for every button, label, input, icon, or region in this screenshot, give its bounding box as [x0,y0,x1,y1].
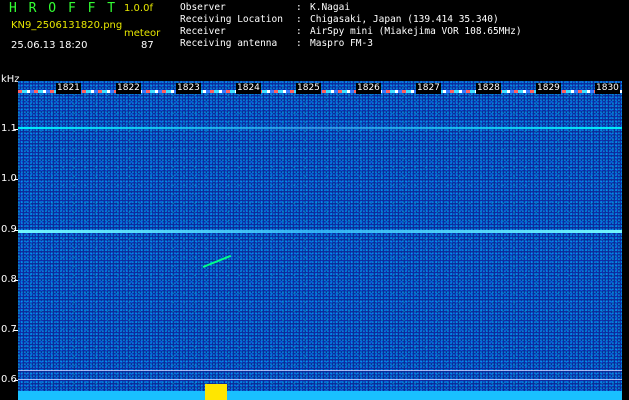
zoom-label: 1.0.0f [124,3,153,14]
minute-label: 1822 [116,83,141,94]
reference-line [18,379,622,380]
meteor-count: 87 [141,40,154,51]
meta-sep: : [296,14,302,25]
meteor-echo [202,254,232,268]
meta-key: Observer [180,2,226,13]
timestamp: 25.06.13 18:20 [11,40,88,51]
minute-label: 1823 [176,83,201,94]
spectrogram [18,81,622,391]
signal-level-bar [18,391,622,400]
meta-sep: : [296,38,302,49]
carrier-line-0900 [18,230,622,233]
minute-label: 1830 [595,83,620,94]
meta-value: K.Nagai [310,2,351,13]
meta-value: AirSpy mini (Miakejima VOR 108.65MHz) [310,26,522,37]
frequency-axis: kHz 1.1 1.0 0.9 0.8 0.7 0.6 [0,74,20,400]
signal-burst [205,384,227,400]
meta-row-location: Receiving Location : Chigasaki, Japan (1… [180,14,522,26]
minute-label: 1827 [416,83,441,94]
minute-label: 1829 [536,83,561,94]
minute-label: 1826 [356,83,381,94]
meta-row-antenna: Receiving antenna : Maspro FM-3 [180,38,522,50]
minute-label: 1825 [296,83,321,94]
meta-row-observer: Observer : K.Nagai [180,2,522,14]
unit-label: meteor [124,28,161,39]
header: H R O F F T 1.0.0f KN9_2506131820.png me… [0,0,629,74]
minute-label: 1824 [236,83,261,94]
carrier-line-1100 [18,127,622,129]
meta-value: Maspro FM-3 [310,38,373,49]
axis-unit: kHz [1,74,20,85]
meta-row-receiver: Receiver : AirSpy mini (Miakejima VOR 10… [180,26,522,38]
metadata-panel: Observer : K.Nagai Receiving Location : … [180,2,522,50]
meta-key: Receiving antenna [180,38,278,49]
meta-sep: : [296,26,302,37]
right-gutter [622,74,629,400]
meta-sep: : [296,2,302,13]
minute-label: 1828 [476,83,501,94]
filename: KN9_2506131820.png [11,20,123,31]
meta-key: Receiver [180,26,226,37]
app-title: H R O F F T [9,1,118,16]
reference-line [18,370,622,371]
meta-value: Chigasaki, Japan (139.414 35.340) [310,14,499,25]
minute-label: 1821 [56,83,81,94]
meta-key: Receiving Location [180,14,283,25]
